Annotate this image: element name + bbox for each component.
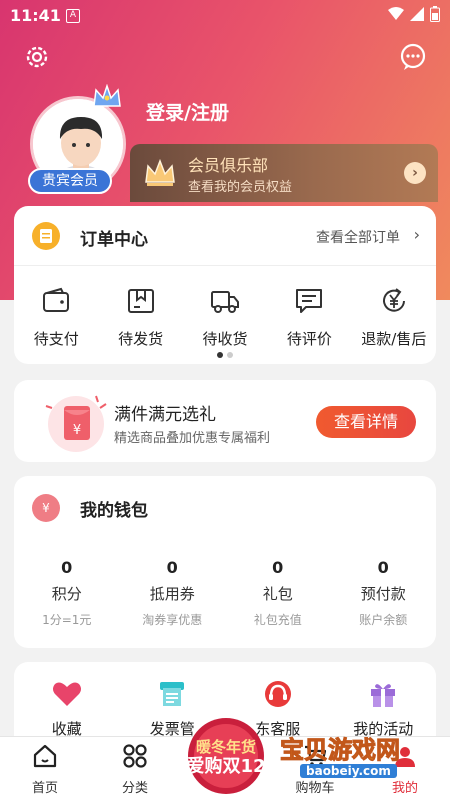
order-center-header[interactable]: 订单中心 查看全部订单 › [14, 206, 436, 266]
wallet-item-sub: 账户余额 [359, 613, 408, 627]
wallet-item-label: 抵用券 [149, 585, 195, 603]
svg-text:¥: ¥ [73, 423, 81, 438]
chevron-right-icon: › [413, 225, 420, 244]
wallet-item-sub: 1分=1元 [42, 613, 92, 627]
member-club-arrow-icon: › [404, 162, 426, 184]
promo-badge-line1: 暖冬年货 [196, 738, 256, 756]
status-icons [388, 6, 440, 22]
tab-label: 首页 [31, 781, 58, 796]
order-center-title: 订单中心 [80, 230, 148, 250]
order-item-pending-receipt[interactable]: 待收货 [183, 280, 267, 350]
view-details-button[interactable]: 查看详情 [316, 406, 416, 438]
order-item-pending-payment[interactable]: 待支付 [14, 280, 98, 350]
promo-subtitle: 精选商品叠加优惠专属福利 [114, 431, 271, 446]
order-item-label: 待收货 [202, 330, 248, 348]
wallet-item-label: 礼包 [262, 585, 293, 603]
wallet-title: 我的钱包 [80, 501, 148, 521]
wallet-item-label: 预付款 [360, 585, 406, 603]
home-icon [33, 744, 57, 768]
member-club-title: 会员俱乐部 [188, 156, 269, 175]
page-indicator [217, 352, 233, 358]
status-bar: 11:41 A [0, 0, 450, 32]
member-club-subtitle: 查看我的会员权益 [188, 180, 293, 195]
wallet-item-sub: 淘券享优惠 [142, 613, 203, 627]
order-center-card: 订单中心 查看全部订单 › 待支付 待发货 待收货 待评价 退款/售后 [14, 206, 436, 364]
order-item-pending-review[interactable]: 待评价 [267, 280, 351, 350]
order-item-label: 待评价 [286, 330, 332, 348]
wallet-items-row: 0 积分 1分=1元 0 抵用券 淘券享优惠 0 礼包 礼包充值 0 预付款 账… [14, 558, 436, 628]
truck-icon [211, 291, 240, 313]
gift-icon [371, 684, 396, 707]
invoice-icon [160, 682, 185, 706]
promo-title: 满件满元选礼 [114, 405, 216, 425]
tab-label: 购物车 [295, 781, 335, 796]
wallet-item-value: 0 [166, 558, 178, 577]
headset-icon [264, 681, 291, 707]
order-item-pending-shipment[interactable]: 待发货 [98, 280, 182, 350]
double12-promo-badge[interactable]: 暖冬年货 爱购双12 [178, 712, 274, 796]
order-item-label: 待发货 [118, 330, 164, 348]
promo-badge-line2: 爱购双12 [186, 755, 265, 777]
wifi-icon [388, 7, 404, 20]
wallet-card: ¥ 我的钱包 0 积分 1分=1元 0 抵用券 淘券享优惠 0 礼包 礼包充值 … [14, 476, 436, 648]
refund-icon [382, 288, 405, 312]
watermark-text: 宝贝游戏网 [280, 736, 401, 765]
grid-icon [123, 744, 147, 768]
wallet-item-value: 0 [377, 558, 389, 577]
order-item-refund[interactable]: 退款/售后 [352, 280, 436, 350]
vip-badge: 贵宾会员 [28, 168, 112, 194]
tab-category[interactable]: 分类 [90, 737, 180, 800]
box-icon [127, 289, 154, 313]
tab-label: 我的 [391, 781, 418, 796]
watermark-url: baobeiy.com [300, 764, 397, 778]
wallet-item-value: 0 [272, 558, 284, 577]
clipboard-icon [32, 222, 60, 250]
page-dot-active [217, 352, 223, 358]
wallet-coin-icon: ¥ [32, 494, 60, 522]
page-dot [227, 352, 233, 358]
view-all-orders-link[interactable]: 查看全部订单 [316, 227, 400, 247]
notification-icon: A [66, 9, 80, 23]
signal-icon [410, 7, 424, 21]
member-crown-icon [145, 158, 175, 186]
wallet-item-points[interactable]: 0 积分 1分=1元 [14, 558, 120, 628]
crown-icon [93, 84, 121, 107]
member-club-card[interactable]: 会员俱乐部 查看我的会员权益 › [130, 144, 438, 202]
order-item-label: 待支付 [33, 330, 79, 348]
chat-bubble-icon[interactable] [398, 42, 428, 72]
gear-icon[interactable] [22, 42, 52, 72]
wallet-item-coupons[interactable]: 0 抵用券 淘券享优惠 [120, 558, 226, 628]
order-status-row: 待支付 待发货 待收货 待评价 退款/售后 [14, 280, 436, 350]
wallet-item-sub: 礼包充值 [253, 613, 302, 627]
tab-label: 分类 [121, 781, 148, 796]
wallet-icon [43, 287, 70, 312]
gift-promo-card[interactable]: ¥ 满件满元选礼 精选商品叠加优惠专属福利 查看详情 [14, 380, 436, 462]
tab-home[interactable]: 首页 [0, 737, 90, 800]
order-item-label: 退款/售后 [361, 330, 427, 348]
wallet-item-label: 积分 [51, 585, 82, 603]
red-envelope-icon: ¥ [45, 395, 107, 452]
battery-icon [430, 6, 440, 22]
comment-icon [296, 289, 323, 313]
login-register-link[interactable]: 登录/注册 [146, 98, 229, 125]
wallet-item-prepaid[interactable]: 0 预付款 账户余额 [331, 558, 437, 628]
wallet-item-gift-pack[interactable]: 0 礼包 礼包充值 [225, 558, 331, 628]
status-time: 11:41 [10, 6, 61, 25]
heart-icon [52, 682, 81, 706]
wallet-item-value: 0 [61, 558, 73, 577]
